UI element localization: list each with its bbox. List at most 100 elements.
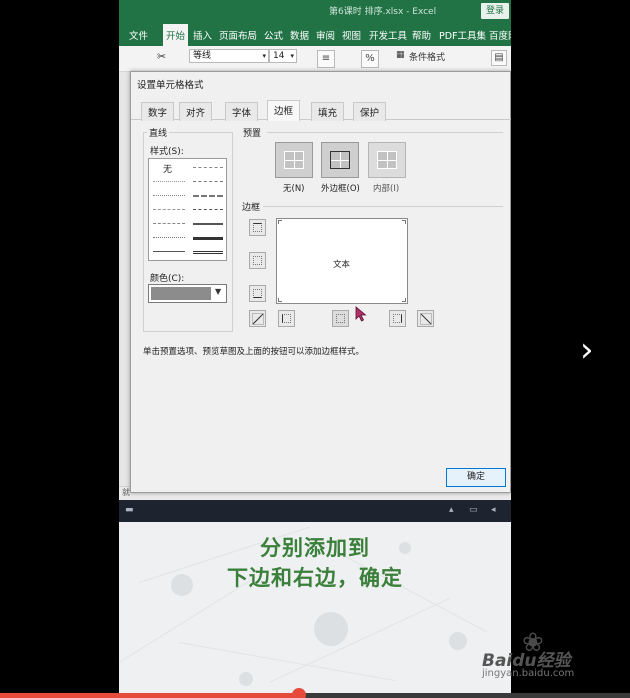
line-style-option[interactable] <box>153 237 185 238</box>
taskbar-network-icon[interactable]: ▭ <box>469 505 478 515</box>
ok-button[interactable]: 确定 <box>446 468 506 487</box>
tab-pdf-tools[interactable]: PDF工具集 <box>439 28 486 42</box>
line-style-option[interactable] <box>193 167 223 168</box>
border-bottom-button[interactable] <box>249 285 266 302</box>
preset-none-label: 无(N) <box>283 184 305 194</box>
taskbar-start-icon[interactable]: ▬ <box>125 505 134 515</box>
line-section-label: 直线 <box>147 126 170 139</box>
align-icon[interactable]: ≡ <box>317 50 335 68</box>
chevron-down-icon: ▼ <box>215 287 222 296</box>
preview-corner <box>278 298 282 302</box>
ribbon-body: ✂ 等线 ▾ 14 ▾ ≡ % ▦ 条件格式 ▤ <box>119 46 511 72</box>
conditional-format-button[interactable]: 条件格式 <box>409 50 445 63</box>
border-right-icon <box>393 314 402 323</box>
taskbar-tray-icon[interactable]: ▴ <box>449 505 454 515</box>
border-middle-vertical-button[interactable] <box>332 310 349 327</box>
network-node <box>449 632 467 650</box>
preset-outline-icon <box>330 151 350 169</box>
title-bar: 第6课时 排序.xlsx - Excel 登录 <box>119 0 511 22</box>
line-style-option[interactable] <box>153 195 185 196</box>
tab-data[interactable]: 数据 <box>290 28 309 42</box>
border-left-button[interactable] <box>278 310 295 327</box>
line-style-option[interactable] <box>193 223 223 225</box>
preview-corner <box>278 220 282 224</box>
preset-inside-button[interactable] <box>368 142 406 178</box>
format-cells-dialog: 设置单元格格式 数字 对齐 字体 边框 填充 保护 直线 样式(S): 无 颜色… <box>130 71 511 493</box>
percent-button[interactable]: % <box>361 50 379 68</box>
line-style-option[interactable] <box>153 223 185 224</box>
network-line <box>269 597 451 683</box>
tab-insert[interactable]: 插入 <box>193 28 212 42</box>
dialog-tabs: 数字 对齐 字体 边框 填充 保护 <box>131 100 511 121</box>
color-select[interactable]: ▼ <box>148 284 227 303</box>
line-style-option[interactable] <box>193 181 223 182</box>
cut-icon[interactable]: ✂ <box>157 50 166 63</box>
network-node <box>314 612 348 646</box>
cells-icon[interactable]: ▤ <box>491 50 507 66</box>
taskbar: ▬ ▴ ▭ ◂ <box>119 500 511 522</box>
preset-outline-button[interactable] <box>321 142 359 178</box>
border-middle-horizontal-button[interactable] <box>249 252 266 269</box>
border-middle-vertical-icon <box>336 314 345 323</box>
border-top-button[interactable] <box>249 219 266 236</box>
preset-divider <box>267 132 503 133</box>
border-right-button[interactable] <box>389 310 406 327</box>
status-text: 就 <box>122 488 130 497</box>
tab-alignment[interactable]: 对齐 <box>179 102 213 121</box>
excel-window: 第6课时 排序.xlsx - Excel 登录 文件 开始 插入 页面布局 公式… <box>119 0 511 500</box>
tab-border[interactable]: 边框 <box>267 100 301 121</box>
tab-baidu[interactable]: 百度网 <box>489 28 511 42</box>
tab-review[interactable]: 审阅 <box>316 28 335 42</box>
preset-none-icon <box>284 151 304 169</box>
line-style-list[interactable]: 无 <box>148 158 227 261</box>
line-style-option[interactable] <box>193 237 223 240</box>
font-name-select[interactable]: 等线 ▾ <box>189 49 269 63</box>
tab-formulas[interactable]: 公式 <box>264 28 283 42</box>
login-button[interactable]: 登录 <box>481 3 509 19</box>
tab-protection[interactable]: 保护 <box>353 102 387 121</box>
diagonal-down-icon <box>420 313 432 325</box>
border-diagonal-down-button[interactable] <box>417 310 434 327</box>
line-style-option[interactable] <box>193 251 223 254</box>
preset-inside-label: 内部(I) <box>373 184 400 194</box>
caption-area: 分别添加到 下边和右边，确定 <box>119 522 511 698</box>
line-style-option[interactable] <box>193 209 223 210</box>
conditional-format-icon: ▦ <box>396 50 405 60</box>
style-label: 样式(S): <box>148 144 186 157</box>
dialog-title: 设置单元格格式 <box>137 80 204 91</box>
tab-font[interactable]: 字体 <box>225 102 259 121</box>
line-style-option[interactable] <box>153 181 185 182</box>
caption-line-1: 分别添加到 <box>260 536 370 560</box>
tab-home[interactable]: 开始 <box>163 24 189 46</box>
font-size-value: 14 <box>273 51 285 61</box>
chevron-right-icon[interactable]: › <box>580 330 610 370</box>
style-none-option[interactable]: 无 <box>163 162 172 175</box>
video-progress-knob[interactable] <box>292 688 306 698</box>
preset-none-button[interactable] <box>275 142 313 178</box>
line-style-option[interactable] <box>193 195 223 197</box>
tab-help[interactable]: 帮助 <box>412 28 431 42</box>
color-swatch <box>151 287 211 300</box>
video-progress-bar[interactable] <box>0 688 630 698</box>
tab-file[interactable]: 文件 <box>129 28 148 42</box>
tab-developer[interactable]: 开发工具 <box>369 28 407 42</box>
preview-text: 文本 <box>333 260 351 270</box>
tab-page-layout[interactable]: 页面布局 <box>219 28 257 42</box>
line-style-option[interactable] <box>153 209 185 210</box>
window-title: 第6课时 排序.xlsx - Excel <box>329 7 437 17</box>
tab-view[interactable]: 视图 <box>342 28 361 42</box>
preset-inside-icon <box>377 151 397 169</box>
baidu-jingyan-watermark: ❀ Baidu经验 jingyan.baidu.com <box>482 628 598 679</box>
border-top-icon <box>253 223 262 232</box>
taskbar-volume-icon[interactable]: ◂ <box>491 505 496 515</box>
video-progress-fill <box>0 693 299 698</box>
tab-number[interactable]: 数字 <box>141 102 175 121</box>
preview-corner <box>402 220 406 224</box>
diagonal-up-icon <box>252 313 264 325</box>
tab-fill[interactable]: 填充 <box>311 102 345 121</box>
preset-outline-label: 外边框(O) <box>321 184 360 194</box>
border-diagonal-up-button[interactable] <box>249 310 266 327</box>
font-size-select[interactable]: 14 ▾ <box>269 49 297 63</box>
line-style-option[interactable] <box>153 251 185 252</box>
border-preview[interactable]: 文本 <box>276 218 408 304</box>
